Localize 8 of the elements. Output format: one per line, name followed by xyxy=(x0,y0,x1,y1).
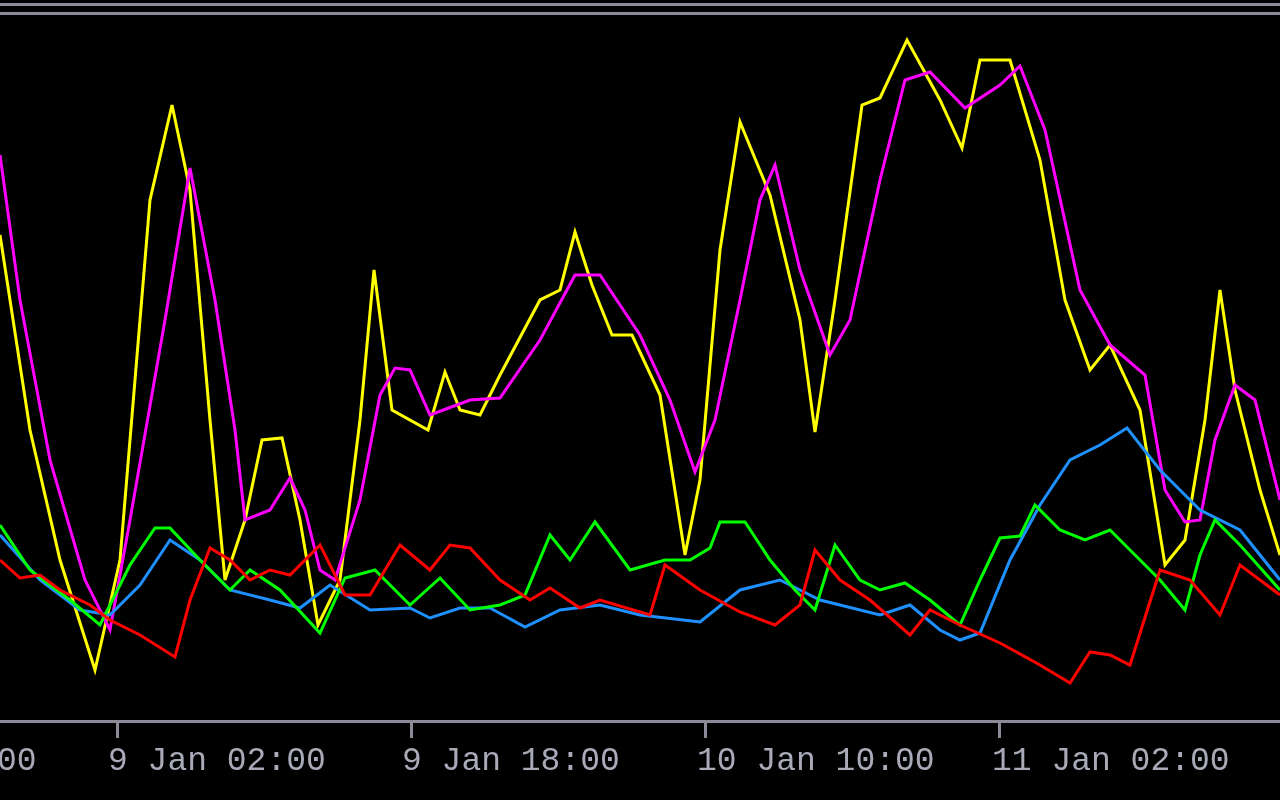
axis-label: 10 Jan 10:00 xyxy=(697,742,935,782)
axis-tick xyxy=(998,720,1001,738)
axis-tick xyxy=(410,720,413,738)
axis-tick xyxy=(704,720,707,738)
axis-label: 9 Jan 18:00 xyxy=(402,742,620,782)
axis-label: 9 Jan 02:00 xyxy=(108,742,326,782)
axis-tick xyxy=(116,720,119,738)
axis-label: 11 Jan 02:00 xyxy=(992,742,1230,782)
